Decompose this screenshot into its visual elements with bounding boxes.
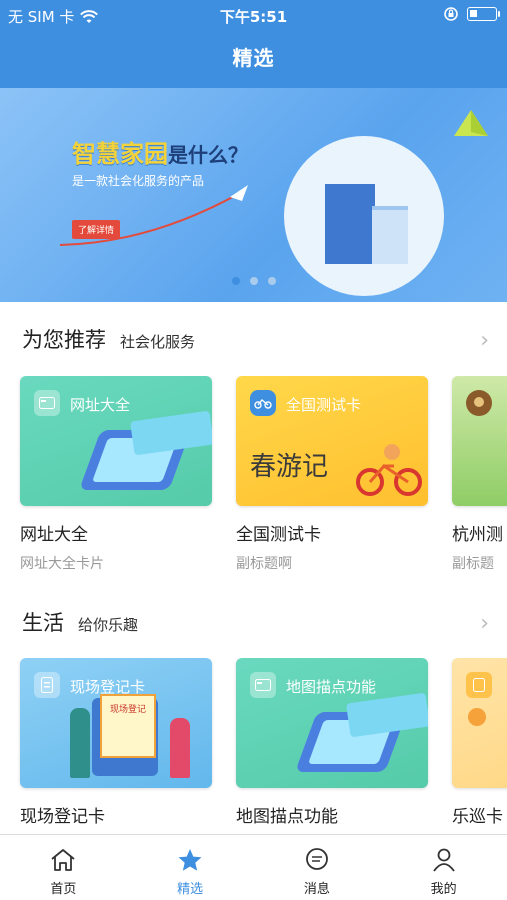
building-graphic [325,184,375,264]
section-header-recommend[interactable]: 为您推荐 社会化服务 › [22,324,489,354]
pagination-dot[interactable] [249,277,258,285]
note-icon [466,672,492,698]
orientation-lock-icon [444,7,458,21]
card-icon [250,672,276,698]
banner-title: 智慧家园是什么？ [72,134,248,169]
card-title: 全国测试卡 [236,525,321,545]
tab-label: 我的 [430,882,457,897]
card-thumbnail: 全国测试卡 春游记 [236,376,428,506]
card-title: 杭州测 [452,525,503,545]
card-item[interactable]: 杭州测 副标题 [452,376,507,573]
document-icon [34,672,60,698]
status-time: 下午5:51 [219,8,288,26]
card-item[interactable]: 网址大全 网址大全 网址大全卡片 [20,376,212,573]
card-graphic [346,692,428,738]
section-subtitle: 给你乐趣 [78,616,139,634]
status-right [443,6,500,22]
card-art-text: 春游记 [250,452,329,482]
card-thumbnail [452,376,507,506]
card-item[interactable]: 全国测试卡 春游记 全国测试卡 副标题啊 [236,376,428,573]
promo-banner[interactable]: 智慧家园是什么？ 是一款社会化服务的产品 了解详情 [0,88,507,302]
card-icon [34,390,60,416]
pagination-dot[interactable] [267,277,276,285]
section-title: 生活 [22,611,64,635]
card-title: 地图描点功能 [236,807,338,827]
person-graphic [70,708,90,778]
card-subtitle: 网址大全卡片 [20,556,104,572]
chevron-right-icon[interactable]: › [480,328,489,353]
card-thumbnail [452,658,507,788]
card-item[interactable]: 地图描点功能 地图描点功能 [236,658,428,827]
card-row-life: 现场登记卡 现场登记 现场登记卡 地图描点功能 地图描点功能 乐巡卡 [0,658,507,834]
section-subtitle: 社会化服务 [120,333,196,351]
banner-title-main: 智慧家园 [72,140,168,168]
sun-graphic [468,708,486,726]
chevron-right-icon[interactable]: › [480,611,489,636]
tab-profile[interactable]: 我的 [380,835,507,900]
battery-icon [467,7,500,21]
page-title: 精选 [232,46,275,70]
section-header-life[interactable]: 生活 给你乐趣 › [22,607,489,637]
bike-icon [250,390,276,416]
card-subtitle: 副标题 [452,556,494,572]
card-item[interactable]: 现场登记卡 现场登记 现场登记卡 [20,658,212,827]
tab-label: 消息 [303,882,330,897]
banner-detail-button[interactable]: 了解详情 [72,220,121,239]
message-icon [305,848,328,870]
banner-pagination [0,277,507,285]
diamond-graphic [454,110,488,136]
card-title: 乐巡卡 [452,807,503,827]
tab-messages[interactable]: 消息 [254,835,381,900]
card-item[interactable]: 乐巡卡 [452,658,507,827]
card-title: 现场登记卡 [20,807,105,827]
tree-icon [466,390,492,416]
section-title: 为您推荐 [22,328,106,352]
card-row-recommend: 网址大全 网址大全 网址大全卡片 全国测试卡 春游记 全国测试卡 副标题啊 杭州… [0,376,507,616]
bottom-tab-bar: 首页 精选 消息 我的 [0,834,507,900]
person-graphic [170,718,190,778]
card-graphic [130,410,212,456]
user-icon [432,848,455,872]
card-title: 网址大全 [20,525,88,545]
house-graphic [372,206,408,264]
top-bar: 无 SIM 卡 下午5:51 精选 [0,0,507,88]
card-thumbnail-label: 全国测试卡 [286,396,362,414]
home-icon [51,849,75,871]
card-thumbnail-label: 网址大全 [70,396,131,414]
tab-home[interactable]: 首页 [0,835,127,900]
growth-curve-graphic [60,185,248,246]
card-thumbnail-label: 地图描点功能 [286,678,377,696]
status-bar: 无 SIM 卡 下午5:51 [0,0,507,30]
card-thumbnail: 网址大全 [20,376,212,506]
app-screen: 无 SIM 卡 下午5:51 精选 智慧家园是什么？ 是一款社会化服务的产品 了… [0,0,507,900]
register-sheet-graphic: 现场登记 [100,694,156,758]
pagination-dot[interactable] [231,277,240,285]
banner-title-suffix: 是什么？ [168,143,248,167]
tab-label: 首页 [50,882,77,897]
bicycle-graphic [356,444,422,496]
card-thumbnail: 地图描点功能 [236,658,428,788]
tab-featured[interactable]: 精选 [127,835,254,900]
star-icon [178,849,202,871]
card-subtitle: 副标题啊 [236,556,292,572]
tab-label: 精选 [177,882,204,897]
card-thumbnail: 现场登记卡 现场登记 [20,658,212,788]
